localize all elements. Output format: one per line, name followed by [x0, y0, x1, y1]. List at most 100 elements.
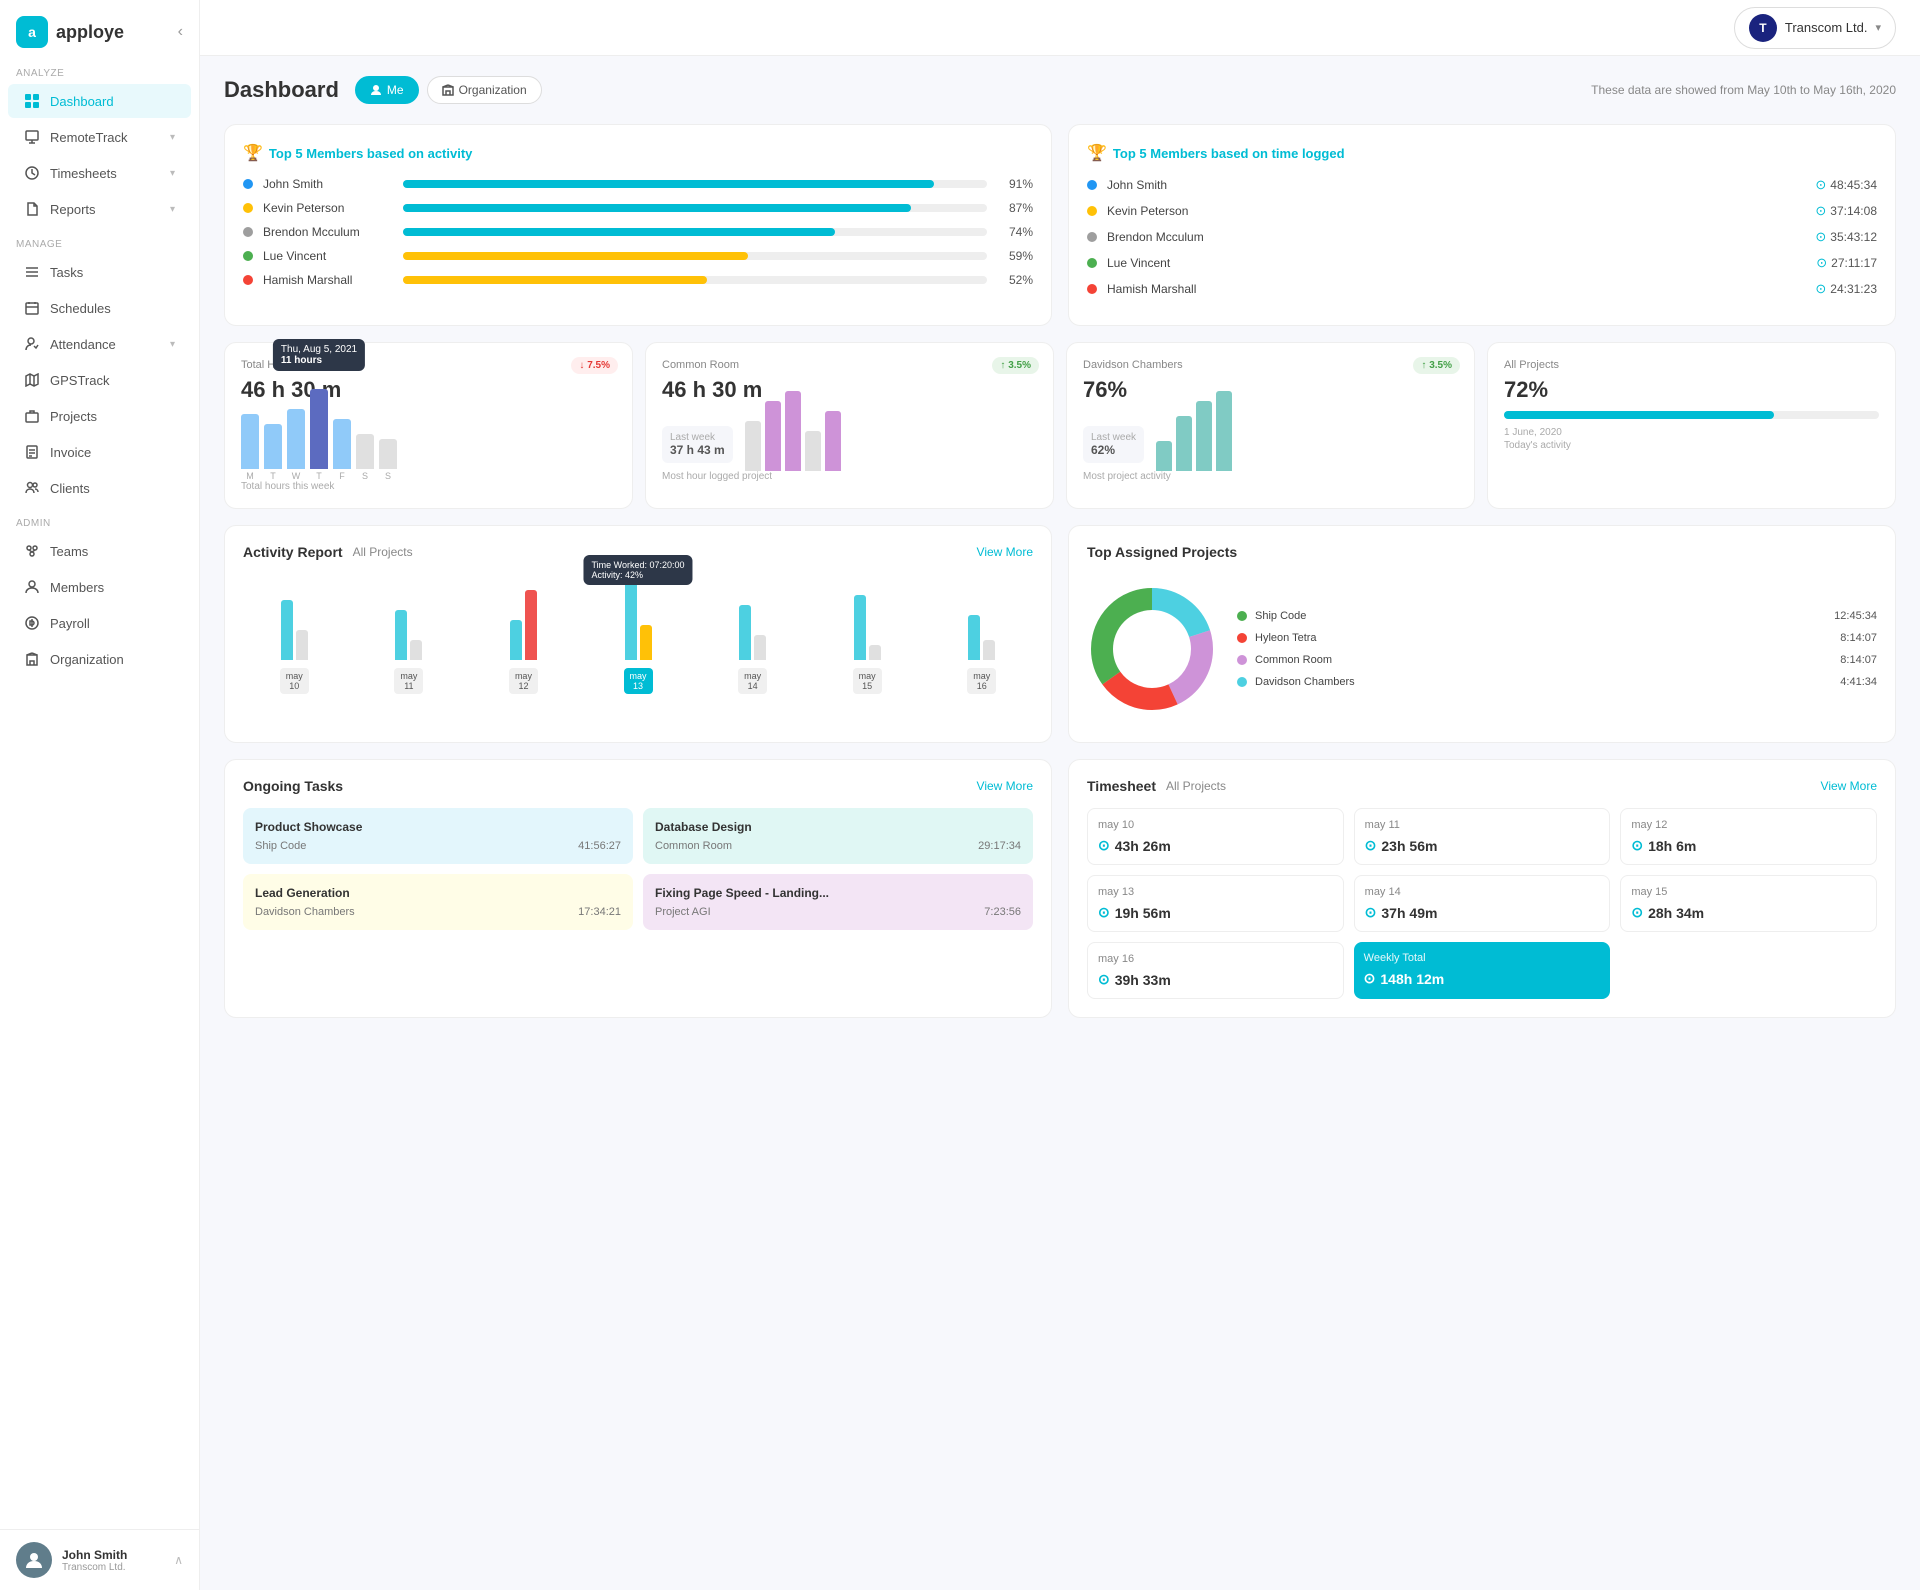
ts-date: may 15 [1631, 886, 1866, 898]
task-meta: Davidson Chambers 17:34:21 [255, 906, 621, 918]
common-room-chart [745, 411, 841, 471]
timesheet-grid: may 10 ⊙ 43h 26m may 11 ⊙ 23h 56m may 12… [1087, 808, 1877, 999]
bar-column: M [241, 414, 259, 481]
org-selector[interactable]: T Transcom Ltd. ▾ [1734, 7, 1896, 49]
building-icon [24, 651, 40, 667]
activity-report-view-more[interactable]: View More [977, 545, 1033, 559]
activity-bars-wrap [739, 605, 766, 660]
bar[interactable] [379, 439, 397, 469]
dollar-icon [24, 615, 40, 631]
top-assigned-header: Top Assigned Projects [1087, 544, 1877, 560]
sidebar-item-invoice[interactable]: Invoice [8, 435, 191, 469]
total-hours-badge: ↓ 7.5% [571, 357, 618, 374]
sidebar-item-label: Tasks [50, 265, 175, 280]
sidebar-item-label: Timesheets [50, 166, 160, 181]
bar[interactable] [333, 419, 351, 469]
member-dot [1087, 206, 1097, 216]
activity-chart: may10may11may12Time Worked: 07:20:00Acti… [243, 574, 1033, 694]
member-name: Brendon Mcculum [1107, 230, 1805, 244]
bar-day-label: W [292, 471, 301, 481]
task-card: Fixing Page Speed - Landing... Project A… [643, 874, 1033, 930]
timesheet-cell: may 14 ⊙ 37h 49m [1354, 875, 1611, 932]
user-profile-area[interactable]: John Smith Transcom Ltd. ∧ [0, 1529, 199, 1590]
bar[interactable] [264, 424, 282, 469]
team-icon [24, 543, 40, 559]
sidebar-item-tasks[interactable]: Tasks [8, 255, 191, 289]
activity-member-row: John Smith 91% [243, 177, 1033, 191]
sidebar-item-payroll[interactable]: Payroll [8, 606, 191, 640]
ts-time: ⊙ 43h 26m [1098, 837, 1333, 854]
bar-column: S [379, 439, 397, 481]
activity-bars-wrap [395, 610, 422, 660]
clock-icon: ⊙ [1364, 970, 1376, 987]
user-name: John Smith [62, 1548, 164, 1562]
task-title: Product Showcase [255, 820, 621, 834]
mini-bar [765, 401, 781, 471]
monitor-icon [24, 129, 40, 145]
activity-all-projects: All Projects [353, 545, 413, 559]
bar[interactable] [310, 389, 328, 469]
legend-time: 8:14:07 [1840, 632, 1877, 644]
sidebar-item-label: RemoteTrack [50, 130, 160, 145]
bar[interactable] [287, 409, 305, 469]
tab-me[interactable]: Me [355, 76, 419, 104]
trophy-icon: 🏆 [243, 143, 263, 163]
bar[interactable] [356, 434, 374, 469]
legend-dot [1237, 677, 1247, 687]
sidebar: a apploye ‹ Analyze Dashboard RemoteTrac… [0, 0, 200, 1590]
sidebar-collapse-button[interactable]: ‹ [178, 23, 183, 41]
sidebar-item-organization[interactable]: Organization [8, 642, 191, 676]
legend-time: 4:41:34 [1840, 676, 1877, 688]
sidebar-item-members[interactable]: Members [8, 570, 191, 604]
member-dot [243, 275, 253, 285]
davidson-chart [1156, 411, 1232, 471]
sidebar-item-timesheets[interactable]: Timesheets ▾ [8, 156, 191, 190]
ts-date: may 16 [1098, 953, 1333, 965]
time-member-row: Kevin Peterson ⊙ 37:14:08 [1087, 203, 1877, 219]
activity-report-card: Activity Report All Projects View More m… [224, 525, 1052, 743]
calendar-icon [24, 300, 40, 316]
sidebar-item-teams[interactable]: Teams [8, 534, 191, 568]
timesheet-cell: may 12 ⊙ 18h 6m [1620, 808, 1877, 865]
davidson-card: Davidson Chambers 76% ↑ 3.5% Last week 6… [1066, 342, 1475, 509]
common-room-value: 46 h 30 m [662, 377, 1037, 403]
time-value: ⊙ 35:43:12 [1815, 229, 1877, 245]
activity-date-label: may10 [280, 668, 309, 694]
member-name: Hamish Marshall [263, 273, 393, 287]
ongoing-tasks-card: Ongoing Tasks View More Product Showcase… [224, 759, 1052, 1018]
all-projects-label: All Projects [1504, 359, 1879, 371]
member-name: John Smith [1107, 178, 1805, 192]
activity-column: may15 [816, 595, 919, 694]
all-projects-footer: Today's activity [1504, 440, 1879, 451]
clock-icon: ⊙ [1815, 177, 1826, 193]
sidebar-item-clients[interactable]: Clients [8, 471, 191, 505]
timesheet-card: Timesheet All Projects View More may 10 … [1068, 759, 1896, 1018]
task-project: Ship Code [255, 840, 306, 852]
sidebar-item-attendance[interactable]: Attendance ▾ [8, 327, 191, 361]
chevron-down-icon: ▾ [170, 204, 175, 215]
mini-bar [785, 391, 801, 471]
tab-organization[interactable]: Organization [427, 76, 542, 104]
legend-project-name: Ship Code [1255, 610, 1306, 622]
ts-time: ⊙ 23h 56m [1365, 837, 1600, 854]
sidebar-item-dashboard[interactable]: Dashboard [8, 84, 191, 118]
bar[interactable] [241, 414, 259, 469]
org-chevron-icon: ▾ [1875, 21, 1881, 34]
timesheet-view-more[interactable]: View More [1821, 779, 1877, 793]
sidebar-item-projects[interactable]: Projects [8, 399, 191, 433]
clock-icon: ⊙ [1365, 904, 1377, 921]
activity-column: may11 [358, 610, 461, 694]
activity-bar [739, 605, 751, 660]
task-project: Project AGI [655, 906, 711, 918]
member-name: Brendon Mcculum [263, 225, 393, 239]
ongoing-tasks-view-more[interactable]: View More [977, 779, 1033, 793]
davidson-label: Davidson Chambers [1083, 359, 1458, 371]
sidebar-item-remotetrack[interactable]: RemoteTrack ▾ [8, 120, 191, 154]
sidebar-item-reports[interactable]: Reports ▾ [8, 192, 191, 226]
sidebar-item-schedules[interactable]: Schedules [8, 291, 191, 325]
bar-day-label: M [246, 471, 254, 481]
legend-project-name: Common Room [1255, 654, 1332, 666]
sidebar-item-gpstrack[interactable]: GPSTrack [8, 363, 191, 397]
timesheet-cell: may 16 ⊙ 39h 33m [1087, 942, 1344, 999]
analyze-section-label: Analyze [0, 56, 199, 83]
